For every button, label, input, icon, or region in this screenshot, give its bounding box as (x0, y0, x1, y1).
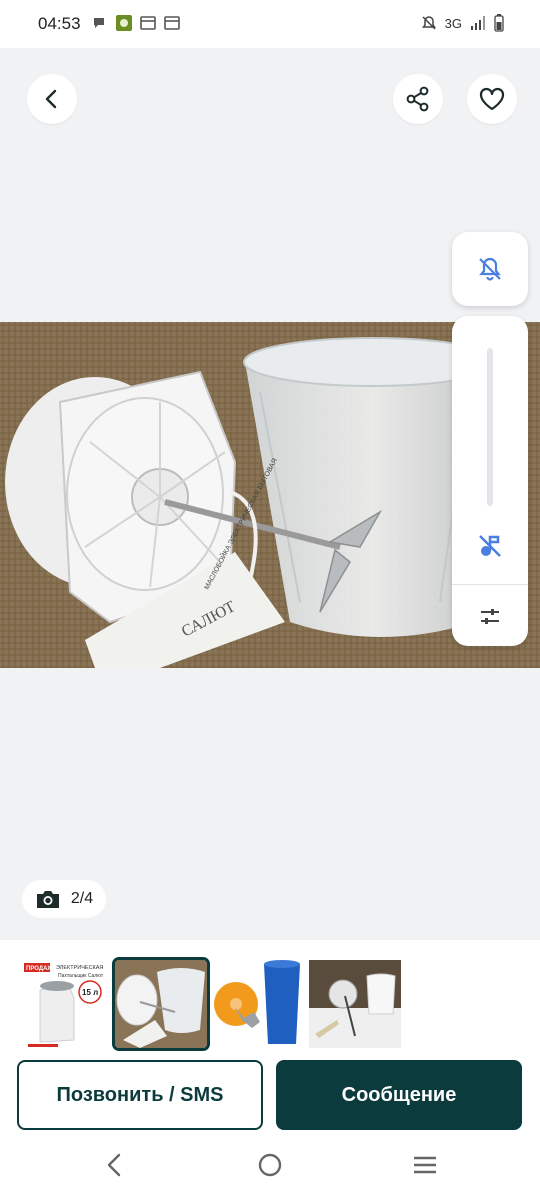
heart-icon (479, 87, 505, 111)
message-button[interactable]: Сообщение (276, 1060, 522, 1130)
status-bar: 04:53 3G (0, 0, 540, 48)
back-button[interactable] (27, 74, 77, 124)
network-type: 3G (444, 15, 462, 31)
chat-icon (94, 18, 104, 28)
photo-counter: 2/4 (22, 880, 106, 918)
mute-icon (421, 16, 436, 30)
gallery-icon-2 (164, 16, 180, 30)
chevron-left-icon (45, 89, 57, 109)
thumb-volume: 15 л (82, 988, 98, 997)
nav-home-icon[interactable] (257, 1152, 283, 1178)
share-icon (406, 86, 429, 112)
system-nav-bar (0, 1138, 540, 1194)
volume-panel (452, 316, 528, 646)
thumbnail-selected[interactable] (112, 957, 210, 1051)
nav-back-icon[interactable] (104, 1152, 124, 1178)
sliders-icon[interactable] (479, 606, 501, 628)
action-bar: Позвонить / SMS Сообщение (0, 1058, 540, 1138)
camera-icon (36, 891, 59, 908)
volume-slider[interactable] (487, 348, 493, 506)
gallery-icon (140, 16, 156, 30)
share-button[interactable] (393, 74, 443, 124)
signal-icon (471, 16, 485, 30)
music-off-icon[interactable] (476, 532, 504, 560)
bell-off-icon (479, 257, 501, 281)
thumbnail-strip: ПРОДАЖ ЭЛЕКТРИЧЕСКАЯ Пахтальщик Салют 15… (0, 940, 540, 1058)
thumbnail[interactable] (309, 960, 401, 1048)
volume-divider (452, 584, 528, 585)
thumb-subtitle: Пахтальщик Салют (58, 973, 104, 979)
thumbnail[interactable]: ПРОДАЖ ЭЛЕКТРИЧЕСКАЯ Пахтальщик Салют 15… (18, 960, 110, 1048)
photo-counter-text: 2/4 (70, 890, 94, 907)
battery-icon (494, 14, 504, 32)
thumb-title: ЭЛЕКТРИЧЕСКАЯ (56, 965, 103, 971)
thumbnail[interactable] (406, 960, 426, 1048)
thumbnail[interactable] (212, 960, 304, 1048)
status-time: 04:53 (38, 14, 81, 33)
nav-recents-icon[interactable] (412, 1152, 438, 1178)
thumb-badge: ПРОДАЖ (26, 966, 53, 972)
ringer-mute-button[interactable] (452, 232, 528, 306)
app-icon (116, 15, 132, 31)
call-sms-button[interactable]: Позвонить / SMS (17, 1060, 263, 1130)
favorite-button[interactable] (467, 74, 517, 124)
